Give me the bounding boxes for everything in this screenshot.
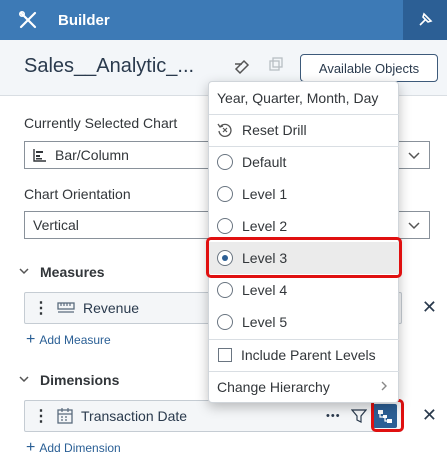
copy-icon[interactable]: [268, 57, 284, 78]
radio-button[interactable]: [217, 282, 233, 298]
selected-level-highlight: [206, 237, 402, 278]
orientation-label: Chart Orientation: [24, 186, 131, 202]
measures-section-header[interactable]: Measures: [18, 264, 105, 280]
level-label: Level 4: [242, 282, 288, 298]
include-parent-levels-item[interactable]: Include Parent Levels: [209, 339, 399, 371]
level-label: Default: [242, 154, 287, 170]
selected-chart-label: Currently Selected Chart: [24, 115, 178, 131]
measures-title: Measures: [40, 264, 105, 280]
add-dimension-label: Add Dimension: [39, 441, 121, 455]
reset-drill-label: Reset Drill: [242, 122, 307, 138]
plus-icon: +: [26, 331, 36, 348]
level-label: Level 1: [242, 186, 288, 202]
hierarchy-highlight: [371, 399, 404, 432]
level-option-default[interactable]: Default: [209, 146, 399, 178]
add-dimension-link[interactable]: + Add Dimension: [26, 439, 121, 457]
remove-dimension-icon[interactable]: ✕: [422, 405, 437, 426]
dimensions-section-header[interactable]: Dimensions: [18, 372, 119, 388]
level-option-5[interactable]: Level 5: [209, 306, 399, 338]
builder-header: Builder: [0, 0, 447, 40]
measure-label: Revenue: [83, 300, 140, 316]
chart-type-value: Bar/Column: [55, 147, 129, 163]
radio-button[interactable]: [217, 186, 233, 202]
drag-handle-icon[interactable]: ⋮: [33, 298, 49, 318]
edit-styling-icon[interactable]: [233, 57, 253, 80]
orientation-value: Vertical: [33, 217, 79, 233]
hierarchy-header: Year, Quarter, Month, Day: [217, 90, 379, 106]
radio-button[interactable]: [217, 314, 233, 330]
add-measure-label: Add Measure: [39, 333, 111, 347]
chevron-down-icon: [18, 264, 30, 280]
reset-icon: [217, 122, 233, 138]
tools-icon: [18, 10, 38, 30]
radio-button[interactable]: [217, 154, 233, 170]
checkbox[interactable]: [218, 348, 232, 362]
reset-drill-item[interactable]: Reset Drill: [209, 114, 399, 146]
chevron-down-icon: [407, 148, 421, 165]
chevron-down-icon: [407, 218, 421, 235]
dimension-label: Transaction Date: [81, 408, 188, 424]
level-label: Level 5: [242, 314, 288, 330]
pin-icon[interactable]: [403, 0, 447, 40]
dimensions-title: Dimensions: [40, 372, 120, 388]
model-name: Sales__Analytic_...: [24, 55, 195, 77]
plus-icon: +: [26, 439, 36, 456]
filter-icon[interactable]: [350, 408, 367, 424]
chevron-right-icon: [379, 379, 389, 395]
bar-chart-icon: [33, 148, 47, 162]
calendar-icon: [57, 408, 73, 424]
change-hierarchy-label: Change Hierarchy: [217, 379, 330, 395]
level-label: Level 2: [242, 218, 288, 234]
add-measure-link[interactable]: + Add Measure: [26, 331, 111, 349]
change-hierarchy-item[interactable]: Change Hierarchy: [209, 371, 399, 403]
level-option-1[interactable]: Level 1: [209, 178, 399, 210]
include-parent-label: Include Parent Levels: [241, 347, 376, 363]
panel-title: Builder: [58, 11, 110, 29]
level-option-4[interactable]: Level 4: [209, 274, 399, 306]
more-options-icon[interactable]: •••: [326, 410, 341, 422]
drag-handle-icon[interactable]: ⋮: [33, 406, 49, 426]
radio-button[interactable]: [217, 218, 233, 234]
measure-icon: [57, 301, 75, 315]
remove-measure-icon[interactable]: ✕: [422, 297, 437, 318]
available-objects-button[interactable]: Available Objects: [300, 54, 438, 82]
chevron-down-icon: [18, 372, 30, 388]
